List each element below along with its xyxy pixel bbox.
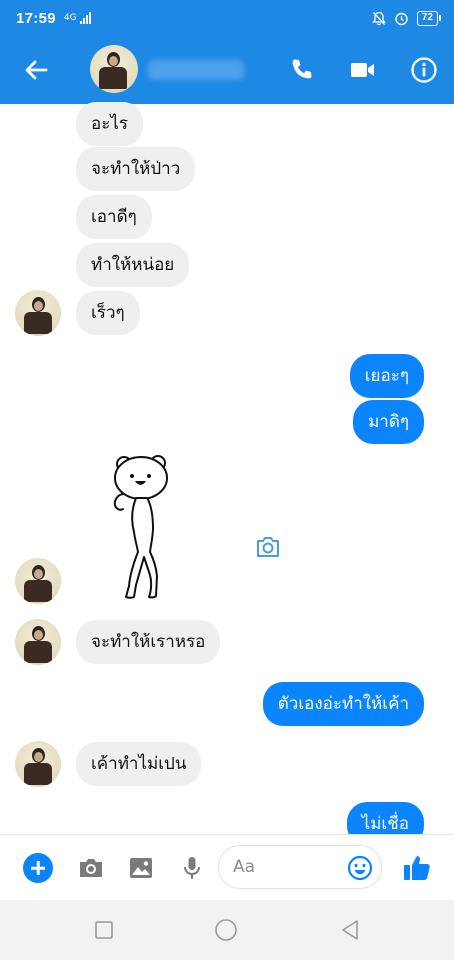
message-bubble-outgoing[interactable]: เยอะๆ [349,354,424,398]
status-bar: 17:59 4G 72 [0,0,454,36]
contact-name-redacted[interactable] [148,60,244,80]
phone-icon[interactable] [288,56,316,84]
message-bubble-incoming[interactable]: จะทำให้เราหรอ [76,620,221,664]
gallery-icon[interactable] [127,855,155,881]
mute-bell-icon [372,11,386,25]
sender-avatar[interactable] [15,741,61,787]
arrow-left-icon[interactable] [22,56,50,84]
network-label: 4G [63,12,77,23]
message-input[interactable] [233,857,343,877]
thumbs-up-icon[interactable] [402,853,432,883]
message-bubble-incoming[interactable]: เอาดีๆ [76,195,152,239]
message-bubble-incoming[interactable]: เร็วๆ [76,291,140,335]
system-navigation-bar [0,900,454,960]
plus-icon[interactable] [23,853,53,883]
microphone-icon[interactable] [178,855,206,881]
message-bubble-incoming[interactable]: อะไร [76,102,144,146]
camera-icon[interactable] [254,534,282,560]
sender-avatar[interactable] [15,619,61,665]
back-triangle-icon[interactable] [338,918,362,942]
recents-square-icon[interactable] [92,918,116,942]
video-camera-icon[interactable] [349,56,377,84]
bear-sticker[interactable] [102,450,192,606]
status-time: 17:59 [16,9,56,27]
emoji-icon[interactable] [347,855,373,881]
message-bubble-outgoing[interactable]: มาดิๆ [353,400,424,444]
camera-icon[interactable] [77,855,105,881]
message-input-field[interactable] [218,845,382,889]
message-bubble-outgoing[interactable]: ตัวเองอ่ะทำให้เค้า [262,682,424,726]
home-circle-icon[interactable] [214,918,238,942]
battery-indicator: 72 [416,10,442,26]
info-icon[interactable] [410,56,438,84]
sender-avatar[interactable] [15,558,61,604]
contact-avatar[interactable] [90,45,138,93]
message-bubble-incoming[interactable]: จะทำให้ป่าว [76,147,196,191]
conversation-header [0,36,454,104]
signal-icon [79,12,91,24]
message-bubble-incoming[interactable]: เค้าทำไม่เปน [76,742,202,786]
alarm-icon [395,12,408,25]
message-bubble-incoming[interactable]: ทำให้หน่อย [76,243,190,287]
sender-avatar[interactable] [15,290,61,336]
message-composer [0,834,454,900]
